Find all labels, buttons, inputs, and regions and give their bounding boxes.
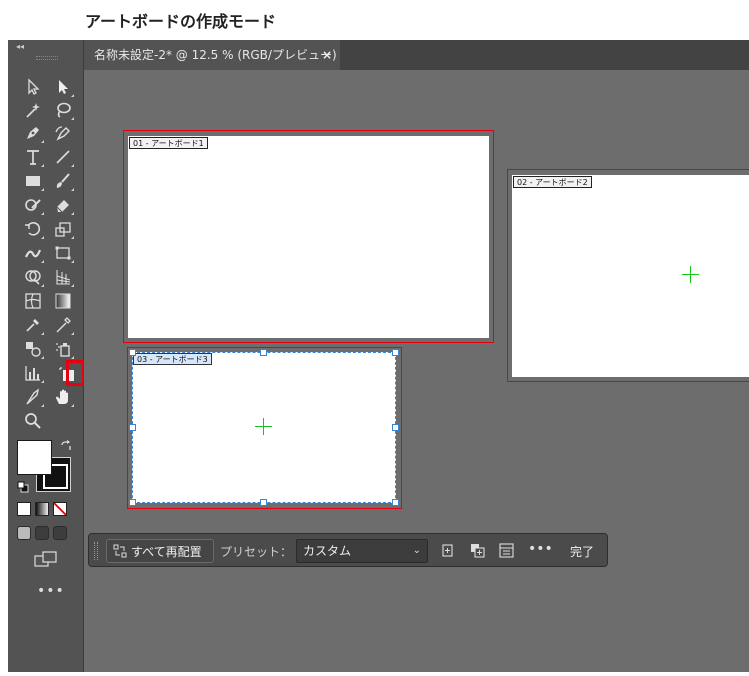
width-tool-icon[interactable] [22, 242, 44, 264]
zoom-tool-icon[interactable] [22, 410, 44, 432]
control-bar-grip[interactable] [94, 542, 98, 560]
shape-builder-tool-icon[interactable] [22, 266, 44, 288]
shaper-tool-icon[interactable] [22, 194, 44, 216]
color-mode-row [17, 502, 67, 516]
artboard-3-center-mark [255, 418, 272, 435]
resize-handle-top[interactable] [260, 349, 267, 356]
draw-mode-row [17, 526, 67, 540]
resize-handle-left[interactable] [129, 424, 136, 431]
rearrange-icon [113, 544, 127, 558]
preset-select[interactable]: カスタム ⌄ [296, 539, 428, 563]
default-fill-stroke-icon[interactable] [17, 481, 29, 493]
measure-tool-icon[interactable] [52, 314, 74, 336]
resize-handle-right[interactable] [392, 424, 399, 431]
eyedropper-tool-icon[interactable] [22, 314, 44, 336]
close-tab-icon[interactable]: × [322, 40, 332, 70]
lasso-tool-icon[interactable] [52, 99, 74, 121]
resize-handle-top-right[interactable] [392, 349, 399, 356]
draw-normal-icon[interactable] [17, 526, 31, 540]
pen-tool-icon[interactable] [22, 122, 44, 144]
rearrange-all-label: すべて再配置 [131, 544, 202, 559]
paintbrush-tool-icon[interactable] [52, 170, 74, 192]
eraser-tool-icon[interactable] [52, 194, 74, 216]
collapse-panel-icon[interactable]: ◂◂ [16, 42, 24, 51]
preset-value: カスタム [303, 544, 352, 558]
document-tab[interactable]: 名称未設定-2* @ 12.5 % (RGB/プレビュー) × [84, 40, 340, 70]
artboard-3-label: 03 - アートボード3 [133, 353, 212, 365]
line-segment-tool-icon[interactable] [52, 146, 74, 168]
resize-handle-bottom-left[interactable] [129, 499, 136, 506]
rearrange-all-button[interactable]: すべて再配置 [106, 539, 214, 563]
rotate-tool-icon[interactable] [22, 218, 44, 240]
artboard-1[interactable] [128, 136, 489, 338]
color-mode-icon[interactable] [17, 502, 31, 516]
resize-handle-bottom[interactable] [260, 499, 267, 506]
type-tool-icon[interactable] [22, 146, 44, 168]
active-tool-highlight [66, 360, 85, 386]
more-tools-icon[interactable]: ••• [37, 583, 65, 599]
slice-tool-icon[interactable] [22, 386, 44, 408]
direct-selection-tool-icon[interactable] [52, 76, 74, 98]
magic-wand-tool-icon[interactable] [22, 99, 44, 121]
panel-grip[interactable] [36, 56, 58, 60]
portrait-orientation-icon[interactable] [440, 543, 455, 558]
artboard-2-center-mark [682, 266, 699, 283]
page-heading: アートボードの作成モード [85, 12, 277, 31]
resize-handle-bottom-right[interactable] [392, 499, 399, 506]
rectangle-tool-icon[interactable] [22, 170, 44, 192]
draw-behind-icon[interactable] [35, 526, 49, 540]
done-button[interactable]: 完了 [570, 543, 594, 560]
new-artboard-icon[interactable] [470, 543, 485, 558]
more-options-icon[interactable]: ••• [528, 541, 553, 557]
free-transform-tool-icon[interactable] [52, 242, 74, 264]
gradient-mode-icon[interactable] [35, 502, 49, 516]
artboard-2-label: 02 - アートボード2 [513, 176, 592, 188]
screen-mode-icon[interactable] [34, 551, 58, 567]
gradient-tool-icon[interactable] [52, 290, 74, 312]
scale-tool-icon[interactable] [52, 218, 74, 240]
artboard-control-bar: すべて再配置 プリセット： カスタム ⌄ ••• 完了 [88, 533, 608, 567]
draw-inside-icon[interactable] [53, 526, 67, 540]
document-tab-title: 名称未設定-2* @ 12.5 % (RGB/プレビュー) [94, 48, 337, 62]
none-mode-icon[interactable] [53, 502, 67, 516]
artboard-options-icon[interactable] [499, 543, 514, 558]
artboard-1-label: 01 - アートボード1 [129, 137, 208, 149]
chevron-down-icon: ⌄ [412, 545, 421, 556]
resize-handle-top-left[interactable] [129, 349, 136, 356]
symbol-sprayer-tool-icon[interactable] [52, 338, 74, 360]
column-graph-tool-icon[interactable] [22, 362, 44, 384]
selection-tool-icon[interactable] [22, 76, 44, 98]
fill-color-swatch[interactable] [17, 440, 52, 475]
perspective-grid-tool-icon[interactable] [52, 266, 74, 288]
mesh-tool-icon[interactable] [22, 290, 44, 312]
curvature-tool-icon[interactable] [52, 122, 74, 144]
artboard-2[interactable] [512, 175, 749, 377]
preset-label: プリセット： [220, 545, 293, 559]
blend-tool-icon[interactable] [22, 338, 44, 360]
hand-tool-icon[interactable] [52, 386, 74, 408]
swap-fill-stroke-icon[interactable] [60, 440, 72, 452]
